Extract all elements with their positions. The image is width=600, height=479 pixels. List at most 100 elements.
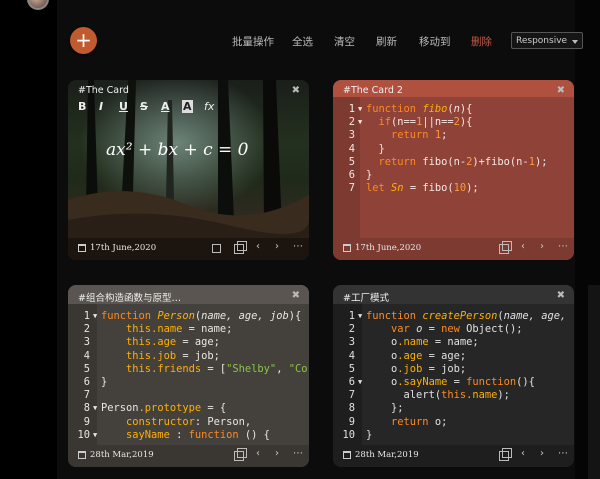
- fold-icon: ▼: [358, 105, 363, 113]
- more-icon[interactable]: ⋯: [558, 241, 568, 252]
- code-token: = name;: [428, 336, 479, 349]
- card-title: #工厂模式: [343, 293, 389, 304]
- card-1[interactable]: #The Card ✖ B I U S A A fx ax² + bx + c …: [68, 80, 309, 260]
- code-line: 6}: [68, 376, 309, 389]
- line-number: 3: [348, 129, 355, 142]
- close-icon[interactable]: ✖: [292, 290, 300, 301]
- formula-button[interactable]: fx: [204, 100, 214, 113]
- code-block[interactable]: 1 ▼ function Person(name, age, job){ 2 thi…: [68, 310, 309, 442]
- code-token: };: [366, 402, 404, 415]
- code-token: }: [366, 428, 373, 441]
- code-token: this: [441, 389, 467, 402]
- add-button[interactable]: +: [70, 27, 97, 54]
- batch-button[interactable]: 批量操作: [232, 34, 274, 49]
- code-line: 5 this.friends = ["Shelby", "Co: [68, 363, 309, 376]
- code-token: .friends: [151, 362, 202, 375]
- copy-icon[interactable]: [499, 448, 512, 461]
- code-token: =: [422, 323, 442, 336]
- code-token: = {: [201, 402, 227, 415]
- italic-button[interactable]: I: [99, 100, 103, 113]
- line-number: 1: [348, 103, 355, 115]
- code-token: = age;: [176, 336, 220, 349]
- highlight-button[interactable]: A: [182, 100, 193, 113]
- code-token: }: [101, 375, 108, 388]
- code-line: 2 ▼ if(n==1||n==2){: [333, 116, 574, 129]
- underline-button[interactable]: U: [119, 100, 128, 113]
- fold-icon: ▼: [93, 312, 98, 320]
- code-token: ){: [288, 310, 302, 322]
- code-token: let Sn = fibo(10);: [366, 182, 479, 195]
- code-token: Sn: [391, 182, 404, 195]
- chevron-right-icon[interactable]: ›: [275, 448, 279, 459]
- code-token: );: [497, 389, 510, 402]
- chevron-right-icon[interactable]: ›: [540, 448, 544, 459]
- copy-icon[interactable]: [499, 241, 512, 254]
- card-footer: 28th Mar,2019 ‹ › ⋯: [333, 445, 574, 467]
- card-3[interactable]: #组合构造函数与原型… ✖ 1 ▼ function Person(name, ag…: [68, 285, 309, 467]
- line-number: 2: [348, 116, 355, 129]
- calendar-icon: [343, 244, 351, 252]
- code-token: =: [447, 375, 467, 388]
- code-token: var: [391, 323, 410, 336]
- code-block[interactable]: 1 ▼ function fibo(n){ 2 ▼ if(n==1||n==2){ 3…: [333, 103, 574, 195]
- chevron-left-icon[interactable]: ‹: [256, 241, 260, 252]
- line-number: 2: [348, 323, 355, 336]
- code-token: (n==: [391, 116, 417, 129]
- layout-select[interactable]: Responsive: [511, 32, 583, 49]
- line-number: 4: [348, 349, 355, 362]
- close-icon[interactable]: ✖: [557, 290, 565, 301]
- chevron-right-icon[interactable]: ›: [540, 241, 544, 252]
- line-number: 6: [348, 375, 355, 388]
- code-token: .name: [397, 336, 429, 349]
- code-token: function: [366, 103, 417, 115]
- font-color-button[interactable]: A: [161, 100, 170, 113]
- copy-icon[interactable]: [234, 448, 247, 461]
- scrollbar-track[interactable]: [588, 285, 600, 479]
- more-icon[interactable]: ⋯: [293, 448, 303, 459]
- line-number: 4: [83, 349, 90, 362]
- code-token: : Person,: [194, 415, 252, 428]
- chevron-left-icon[interactable]: ‹: [256, 448, 260, 459]
- code-token: return 1;: [366, 129, 447, 142]
- close-icon[interactable]: ✖: [292, 85, 300, 96]
- bold-button[interactable]: B: [78, 100, 86, 113]
- code-line: 4 o.age = age;: [333, 350, 574, 363]
- code-token: }: [366, 169, 372, 182]
- code-token: this: [126, 362, 152, 375]
- refresh-button[interactable]: 刷新: [376, 34, 397, 49]
- code-line: 1 ▼ function createPerson(name, age,: [333, 310, 574, 323]
- code-token: function createPerson(name, age,: [366, 310, 566, 323]
- move-to-button[interactable]: 移动到: [419, 34, 451, 49]
- code-block[interactable]: 1 ▼ function createPerson(name, age, 2 var…: [333, 310, 574, 442]
- line-number: 7: [348, 182, 355, 195]
- fold-icon: ▼: [358, 312, 363, 320]
- save-icon[interactable]: [212, 244, 221, 253]
- chevron-right-icon[interactable]: ›: [275, 241, 279, 252]
- card-4[interactable]: #工厂模式 ✖ 1 ▼ function createPerson(name, ag…: [333, 285, 574, 467]
- code-token: );: [534, 155, 548, 168]
- code-line: 10}: [333, 429, 574, 442]
- code-token: ){: [459, 116, 473, 129]
- code-token: constructor: [126, 415, 195, 428]
- close-icon[interactable]: ✖: [557, 85, 565, 96]
- code-token: }: [378, 142, 385, 155]
- avatar[interactable]: [27, 0, 49, 10]
- more-icon[interactable]: ⋯: [558, 448, 568, 459]
- card-2[interactable]: #The Card 2 ✖ 1 ▼ function fibo(n){ 2 ▼ if(…: [333, 80, 574, 260]
- more-icon[interactable]: ⋯: [293, 241, 303, 252]
- chevron-left-icon[interactable]: ‹: [521, 448, 525, 459]
- select-all-button[interactable]: 全选: [292, 34, 313, 49]
- chevron-left-icon[interactable]: ‹: [521, 241, 525, 252]
- code-line: 1 ▼ function Person(name, age, job){: [68, 310, 309, 323]
- line-number: 7: [348, 389, 355, 402]
- code-token: ,: [276, 362, 289, 375]
- clear-button[interactable]: 清空: [334, 34, 355, 49]
- copy-icon[interactable]: [234, 241, 247, 254]
- calendar-icon: [343, 451, 351, 459]
- delete-button[interactable]: 删除: [471, 34, 492, 49]
- code-line: 7 let Sn = fibo(10);: [333, 182, 574, 195]
- line-number: 4: [348, 142, 355, 155]
- code-line: 7: [68, 389, 309, 402]
- code-token: name, age, job: [201, 310, 289, 322]
- strikethrough-button[interactable]: S: [140, 100, 148, 113]
